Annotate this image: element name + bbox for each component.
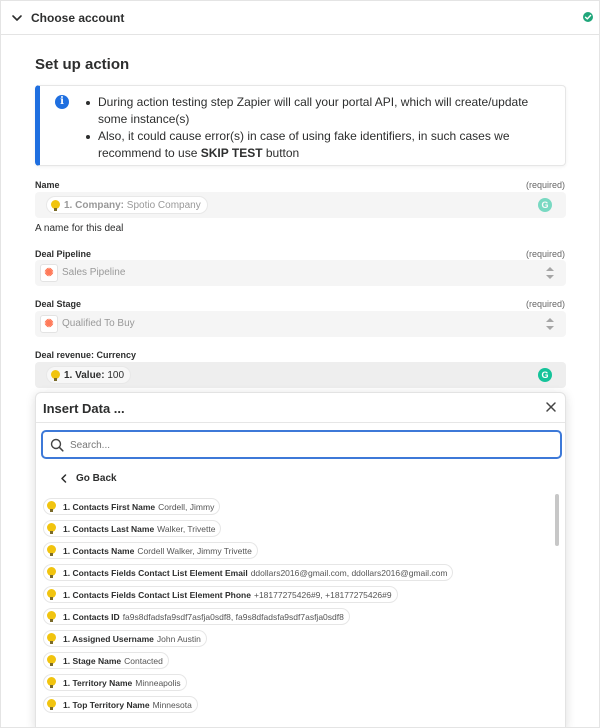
search-box[interactable]	[41, 430, 562, 459]
item-label: 1. Assigned Username	[63, 633, 154, 644]
list-item[interactable]: 1. Stage Name Contacted	[43, 652, 169, 669]
info-icon: i	[55, 95, 69, 109]
deal-pipeline-label: Deal Pipeline	[35, 249, 92, 259]
deal-revenue-mapped-pill[interactable]: 1. Value: 100	[46, 366, 132, 384]
item-value: Contacted	[124, 655, 163, 666]
item-label: 1. Top Territory Name	[63, 699, 150, 710]
item-value: Cordell Walker, Jimmy Trivette	[137, 545, 252, 556]
go-back-label: Go Back	[76, 473, 117, 484]
search-icon	[50, 438, 64, 452]
deal-stage-label: Deal Stage	[35, 299, 82, 309]
list-item[interactable]: 1. Territory Name Minneapolis	[43, 674, 187, 691]
info-box: i During action testing step Zapier will…	[35, 85, 566, 166]
item-value: fa9s8dfadsfa9sdf7asfja0sdf8, fa9s8dfadsf…	[122, 611, 344, 622]
deal-revenue-field[interactable]: 1. Value: 100 G	[35, 362, 566, 388]
lightbulb-icon	[51, 369, 60, 381]
sort-icon[interactable]	[546, 317, 554, 331]
lightbulb-icon	[47, 567, 56, 578]
list-item[interactable]: 1. Assigned Username John Austin	[43, 630, 207, 647]
lightbulb-icon	[47, 501, 56, 512]
chevron-left-icon	[61, 474, 67, 483]
list-item[interactable]: 1. Contacts ID fa9s8dfadsfa9sdf7asfja0sd…	[43, 608, 350, 625]
lightbulb-icon	[51, 199, 60, 211]
deal-pipeline-select[interactable]: ✺ Sales Pipeline	[35, 260, 566, 286]
lightbulb-icon	[47, 611, 56, 622]
pill-value: 100	[107, 369, 125, 381]
name-required: (required)	[525, 180, 565, 190]
name-helper-text: A name for this deal	[35, 223, 124, 234]
scrollbar[interactable]	[555, 494, 559, 546]
name-mapped-pill[interactable]: 1. Company: Spotio Company	[46, 196, 208, 214]
grammarly-icon[interactable]: G	[538, 368, 552, 382]
deal-stage-value: Qualified To Buy	[62, 318, 135, 329]
close-icon[interactable]	[545, 401, 557, 413]
section-title: Set up action	[35, 56, 130, 73]
info-bullet: Also, it could cause error(s) in case of…	[86, 128, 558, 162]
list-item[interactable]: 1. Contacts Last Name Walker, Trivette	[43, 520, 222, 537]
lightbulb-icon	[47, 699, 56, 710]
info-bullet-text: Also, it could cause error(s) in case of…	[98, 129, 510, 160]
sort-icon[interactable]	[546, 266, 554, 280]
pill-label: 1. Company:	[64, 199, 125, 211]
list-item[interactable]: 1. Contacts First Name Cordell, Jimmy	[43, 498, 221, 515]
divider	[36, 422, 565, 423]
item-value: Minneapolis	[135, 677, 181, 688]
search-input[interactable]	[70, 436, 550, 454]
item-label: 1. Contacts ID	[63, 611, 120, 622]
list-item[interactable]: 1. Contacts Fields Contact List Element …	[43, 586, 398, 603]
deal-pipeline-required: (required)	[525, 249, 565, 259]
item-value: ddollars2016@gmail.com, ddollars2016@gma…	[250, 567, 448, 578]
insert-data-title: Insert Data ...	[43, 401, 125, 416]
list-item[interactable]: 1. Contacts Name Cordell Walker, Jimmy T…	[43, 542, 258, 559]
item-label: 1. Contacts Fields Contact List Element …	[63, 567, 248, 578]
lightbulb-icon	[47, 633, 56, 644]
deal-revenue-label: Deal revenue: Currency	[35, 350, 137, 360]
pill-value: Spotio Company	[126, 199, 201, 211]
deal-stage-select[interactable]: ✺ Qualified To Buy	[35, 311, 566, 337]
list-item[interactable]: 1. Contacts Fields Contact List Element …	[43, 564, 454, 581]
insert-data-dropdown: Insert Data ... Go Back 1. Contacts Firs…	[35, 392, 566, 727]
item-label: 1. Stage Name	[63, 655, 122, 666]
info-bullet-suffix: button	[262, 146, 300, 160]
item-label: 1. Contacts First Name	[63, 501, 156, 512]
item-value: Walker, Trivette	[157, 523, 216, 534]
item-label: 1. Contacts Last Name	[63, 523, 155, 534]
skip-test-emphasis: SKIP TEST	[200, 146, 263, 160]
item-label: 1. Territory Name	[63, 677, 133, 688]
lightbulb-icon	[47, 677, 56, 688]
item-value: +18177275426#9, +18177275426#9	[253, 589, 392, 600]
list-item[interactable]: 1. Top Territory Name Minnesota	[43, 696, 198, 713]
name-field[interactable]: 1. Company: Spotio Company G	[35, 192, 566, 218]
app-frame: Choose account Set up action i During ac…	[0, 0, 600, 728]
lightbulb-icon	[47, 523, 56, 534]
hubspot-icon: ✺	[40, 264, 58, 282]
chevron-down-icon[interactable]	[11, 12, 23, 24]
item-label: 1. Contacts Fields Contact List Element …	[63, 589, 251, 600]
lightbulb-icon	[47, 545, 56, 556]
deal-pipeline-value: Sales Pipeline	[62, 267, 126, 278]
item-value: Cordell, Jimmy	[158, 501, 215, 512]
hubspot-icon: ✺	[40, 315, 58, 333]
info-bullet: During action testing step Zapier will c…	[86, 94, 558, 128]
grammarly-icon[interactable]: G	[538, 198, 552, 212]
info-list: During action testing step Zapier will c…	[86, 94, 558, 162]
name-label: Name	[35, 180, 60, 190]
choose-account-header[interactable]: Choose account	[1, 1, 599, 35]
pill-label: 1. Value:	[64, 369, 105, 381]
lightbulb-icon	[47, 655, 56, 666]
item-value: John Austin	[156, 633, 201, 644]
check-icon	[583, 12, 593, 22]
item-label: 1. Contacts Name	[63, 545, 135, 556]
deal-stage-required: (required)	[525, 299, 565, 309]
choose-account-title[interactable]: Choose account	[31, 11, 124, 25]
lightbulb-icon	[47, 589, 56, 600]
go-back-button[interactable]: Go Back	[60, 473, 117, 484]
item-value: Minnesota	[152, 699, 192, 710]
